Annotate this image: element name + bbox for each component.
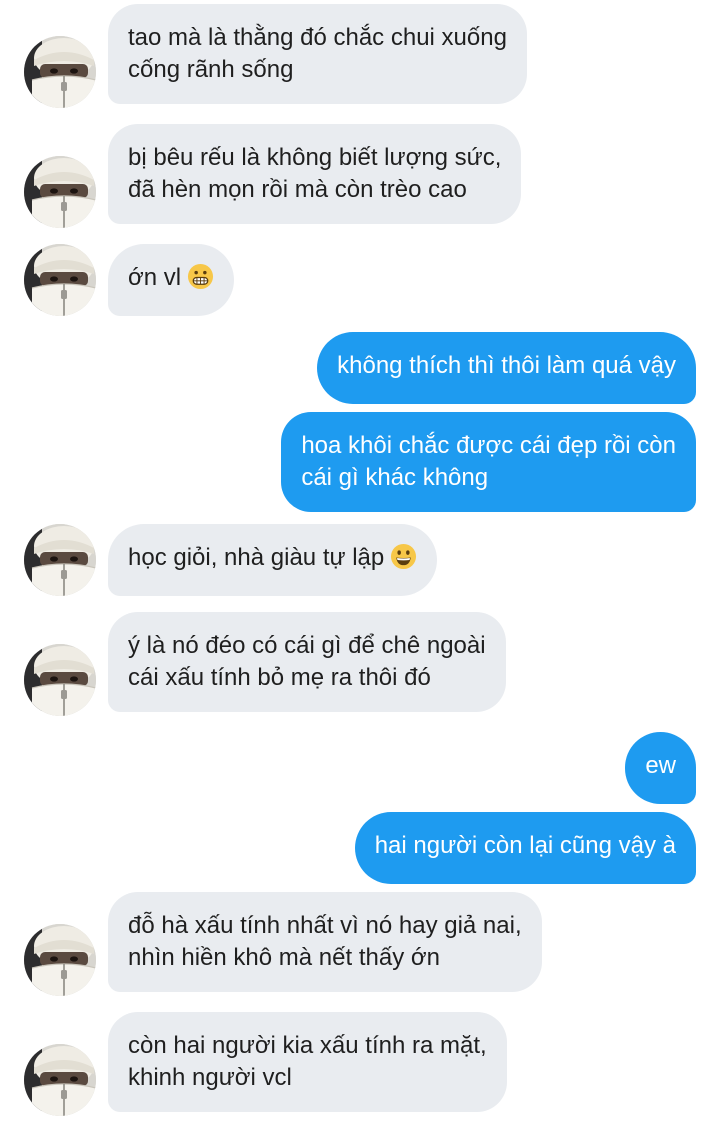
message-bubble-incoming[interactable]: tao mà là thằng đó chắc chui xuống cống … bbox=[108, 4, 527, 104]
message-text: khinh người vcl bbox=[128, 1064, 292, 1091]
message-text: nhìn hiền khô mà nết thấy ớn bbox=[128, 944, 440, 971]
contact-avatar[interactable] bbox=[24, 156, 96, 228]
message-bubble-outgoing[interactable]: không thích thì thôi làm quá vậy bbox=[317, 332, 696, 404]
message-row-incoming: học giỏi, nhà giàu tự lập bbox=[0, 524, 720, 596]
message-text: cái xấu tính bỏ mẹ ra thôi đó bbox=[128, 664, 431, 691]
message-text: học giỏi, nhà giàu tự lập bbox=[128, 544, 385, 571]
message-row-outgoing: không thích thì thôi làm quá vậy bbox=[0, 332, 720, 404]
grinning-face-emoji bbox=[390, 543, 417, 570]
grimacing-face-emoji bbox=[187, 263, 214, 290]
message-row-incoming: còn hai người kia xấu tính ra mặt, khinh… bbox=[0, 1012, 720, 1116]
message-row-incoming: bị bêu rếu là không biết lượng sức, đã h… bbox=[0, 124, 720, 228]
message-text: cống rãnh sống bbox=[128, 56, 294, 83]
contact-avatar[interactable] bbox=[24, 644, 96, 716]
message-bubble-incoming[interactable]: ớn vl bbox=[108, 244, 235, 316]
message-bubble-incoming[interactable]: học giỏi, nhà giàu tự lập bbox=[108, 524, 438, 596]
message-bubble-incoming[interactable]: còn hai người kia xấu tính ra mặt, khinh… bbox=[108, 1012, 507, 1112]
contact-avatar[interactable] bbox=[24, 36, 96, 108]
message-text: còn hai người kia xấu tính ra mặt, bbox=[128, 1032, 487, 1059]
message-text: không thích thì thôi làm quá vậy bbox=[337, 352, 676, 379]
message-row-outgoing: ew bbox=[0, 732, 720, 804]
contact-avatar[interactable] bbox=[24, 524, 96, 596]
message-text: ew bbox=[645, 752, 676, 779]
message-text: cái gì khác không bbox=[301, 464, 489, 491]
message-row-incoming: đỗ hà xấu tính nhất vì nó hay giả nai, n… bbox=[0, 892, 720, 996]
message-text: hoa khôi chắc được cái đẹp rồi còn bbox=[301, 432, 676, 459]
contact-avatar[interactable] bbox=[24, 1044, 96, 1116]
contact-avatar[interactable] bbox=[24, 244, 96, 316]
message-row-outgoing: hai người còn lại cũng vậy à bbox=[0, 812, 720, 884]
message-bubble-outgoing[interactable]: ew bbox=[625, 732, 696, 804]
message-row-incoming: tao mà là thằng đó chắc chui xuống cống … bbox=[0, 4, 720, 108]
message-text: tao mà là thằng đó chắc chui xuống bbox=[128, 24, 507, 51]
message-row-outgoing: hoa khôi chắc được cái đẹp rồi còn cái g… bbox=[0, 412, 720, 516]
message-text: ớn vl bbox=[128, 264, 182, 291]
message-text: bị bêu rếu là không biết lượng sức, bbox=[128, 144, 502, 171]
message-bubble-incoming[interactable]: ý là nó đéo có cái gì để chê ngoài cái x… bbox=[108, 612, 506, 712]
contact-avatar[interactable] bbox=[24, 924, 96, 996]
message-bubble-incoming[interactable]: bị bêu rếu là không biết lượng sức, đã h… bbox=[108, 124, 522, 224]
message-text: ý là nó đéo có cái gì để chê ngoài bbox=[128, 632, 486, 659]
message-bubble-incoming[interactable]: đỗ hà xấu tính nhất vì nó hay giả nai, n… bbox=[108, 892, 542, 992]
message-row-incoming: ý là nó đéo có cái gì để chê ngoài cái x… bbox=[0, 612, 720, 716]
message-bubble-outgoing[interactable]: hoa khôi chắc được cái đẹp rồi còn cái g… bbox=[281, 412, 696, 512]
message-text: đã hèn mọn rồi mà còn trèo cao bbox=[128, 176, 467, 203]
message-text: hai người còn lại cũng vậy à bbox=[374, 832, 676, 859]
message-row-incoming: ớn vl bbox=[0, 244, 720, 316]
message-bubble-outgoing[interactable]: hai người còn lại cũng vậy à bbox=[354, 812, 696, 884]
message-text: đỗ hà xấu tính nhất vì nó hay giả nai, bbox=[128, 912, 522, 939]
